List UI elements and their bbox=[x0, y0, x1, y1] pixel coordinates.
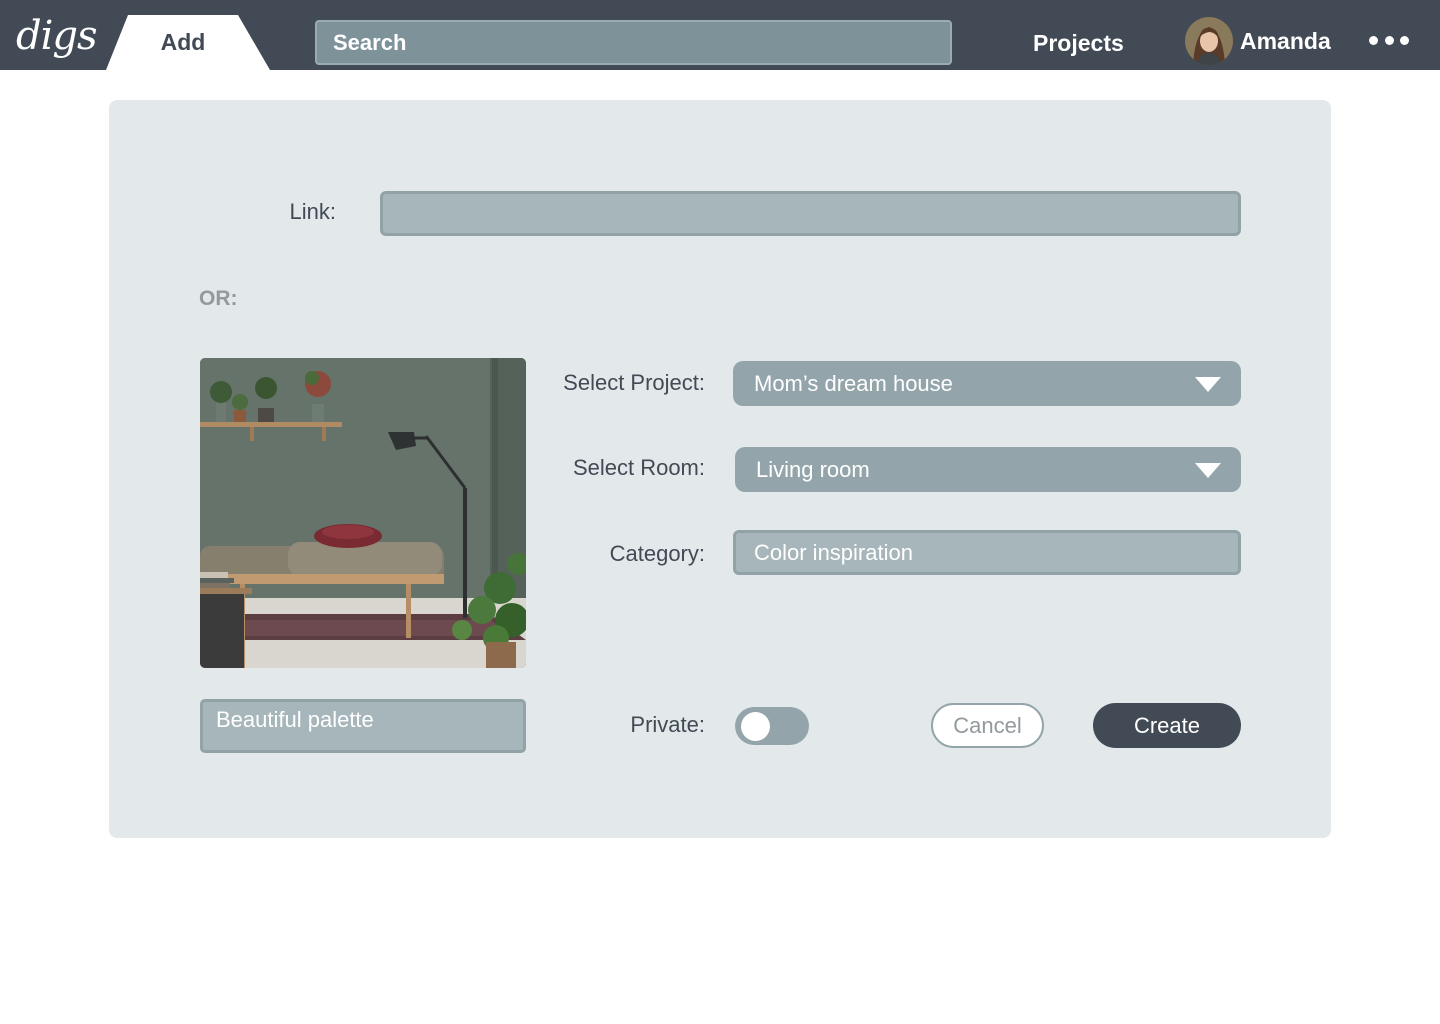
link-label: Link: bbox=[289, 199, 336, 224]
search-input[interactable] bbox=[315, 20, 952, 65]
select-project-dropdown[interactable]: Mom’s dream house bbox=[733, 361, 1241, 406]
chevron-down-icon bbox=[1195, 463, 1221, 478]
select-room-value: Living room bbox=[756, 456, 870, 482]
create-button[interactable]: Create bbox=[1093, 703, 1241, 748]
tab-add[interactable]: Add bbox=[106, 15, 270, 70]
category-input[interactable] bbox=[733, 530, 1241, 575]
more-dot bbox=[1384, 35, 1394, 45]
digs-logo[interactable]: digs bbox=[16, 6, 98, 66]
or-label: OR: bbox=[199, 287, 238, 310]
more-horizontal-icon[interactable] bbox=[1369, 33, 1409, 47]
nav-projects-link[interactable]: Projects bbox=[1033, 22, 1124, 64]
top-bar: digs Add Projects Amanda bbox=[0, 0, 1440, 70]
user-name: Amanda bbox=[1240, 27, 1331, 54]
link-input[interactable] bbox=[380, 191, 1241, 236]
tab-add-label: Add bbox=[160, 29, 206, 55]
more-dot bbox=[1369, 35, 1378, 45]
avatar bbox=[1185, 17, 1233, 65]
category-label: Category: bbox=[609, 541, 705, 566]
uploaded-image-preview[interactable] bbox=[200, 358, 526, 668]
caption-input[interactable] bbox=[200, 699, 526, 753]
select-project-label: Select Project: bbox=[563, 370, 705, 395]
select-room-dropdown[interactable]: Living room bbox=[735, 447, 1241, 492]
chevron-down-icon bbox=[1195, 377, 1221, 392]
select-project-value: Mom’s dream house bbox=[754, 370, 953, 396]
private-toggle[interactable] bbox=[735, 707, 809, 745]
cancel-button[interactable]: Cancel bbox=[931, 703, 1044, 748]
more-dot bbox=[1400, 35, 1409, 45]
toggle-knob bbox=[741, 712, 770, 741]
user-menu[interactable]: Amanda bbox=[1185, 17, 1331, 65]
select-room-label: Select Room: bbox=[572, 455, 705, 480]
private-label: Private: bbox=[630, 712, 705, 737]
